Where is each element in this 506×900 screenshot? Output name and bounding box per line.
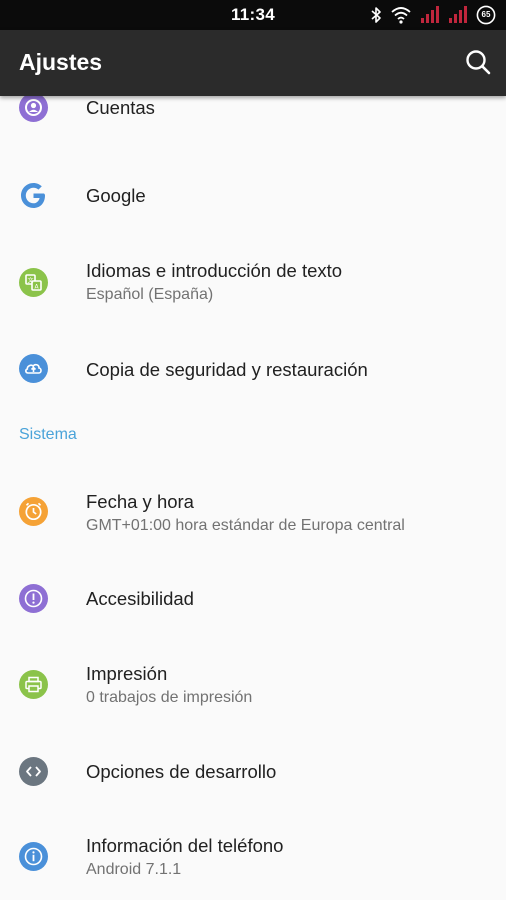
print-icon	[19, 670, 48, 699]
list-item-idiomas[interactable]: 文 A Idiomas e introducción de texto Espa…	[0, 244, 506, 334]
settings-list: Cuentas Google 文 A Idiomas e introducció…	[0, 96, 506, 900]
list-item-title: Copia de seguridad y restauración	[86, 359, 368, 380]
list-item-title: Idiomas e introducción de texto	[86, 260, 343, 281]
signal-icon	[420, 6, 440, 24]
page-title: Ajustes	[19, 49, 103, 75]
list-item-title: Cuentas	[86, 97, 155, 118]
bluetooth-icon	[370, 6, 382, 24]
list-item-title: Fecha y hora	[86, 491, 194, 512]
language-icon: 文 A	[19, 268, 48, 297]
signal-icon	[448, 6, 468, 24]
list-item-fecha-hora[interactable]: Fecha y hora GMT+01:00 hora estándar de …	[0, 464, 506, 556]
list-item-title: Accesibilidad	[86, 588, 194, 609]
info-icon	[19, 842, 48, 871]
list-item-impresion[interactable]: Impresión 0 trabajos de impresión	[0, 640, 506, 730]
list-item-copia-seguridad[interactable]: Copia de seguridad y restauración	[0, 334, 506, 410]
list-item-summary: Android 7.1.1	[86, 861, 182, 878]
google-icon	[19, 181, 48, 210]
section-header-sistema: Sistema	[19, 426, 77, 443]
list-item-cuentas[interactable]: Cuentas	[0, 96, 506, 148]
list-item-title: Opciones de desarrollo	[86, 761, 277, 782]
code-icon	[19, 757, 48, 786]
cloud-upload-icon	[19, 354, 48, 383]
list-item-title: Impresión	[86, 663, 168, 684]
list-item-summary: Español (España)	[86, 286, 214, 303]
battery-level: 65	[481, 10, 491, 19]
list-item-title: Google	[86, 185, 146, 206]
list-item-google[interactable]: Google	[0, 148, 506, 244]
search-icon	[466, 50, 491, 75]
list-item-summary: GMT+01:00 hora estándar de Europa centra…	[86, 517, 405, 534]
battery-icon: 65	[476, 5, 496, 25]
list-item-summary: 0 trabajos de impresión	[86, 689, 253, 706]
clock-icon	[19, 497, 48, 526]
accessibility-icon	[19, 584, 48, 613]
app-bar: Ajustes	[0, 30, 506, 96]
list-item-accesibilidad[interactable]: Accesibilidad	[0, 556, 506, 640]
svg-text:文: 文	[27, 277, 33, 285]
account-icon	[19, 96, 48, 122]
status-bar: 11:34 65	[0, 0, 506, 30]
list-item-opciones-desarrollo[interactable]: Opciones de desarrollo	[0, 730, 506, 806]
list-item-title: Información del teléfono	[86, 835, 284, 856]
search-button[interactable]	[464, 48, 492, 76]
wifi-icon	[390, 6, 412, 24]
list-item-informacion-telefono[interactable]: Información del teléfono Android 7.1.1	[0, 806, 506, 900]
status-icons: 65	[370, 4, 496, 26]
